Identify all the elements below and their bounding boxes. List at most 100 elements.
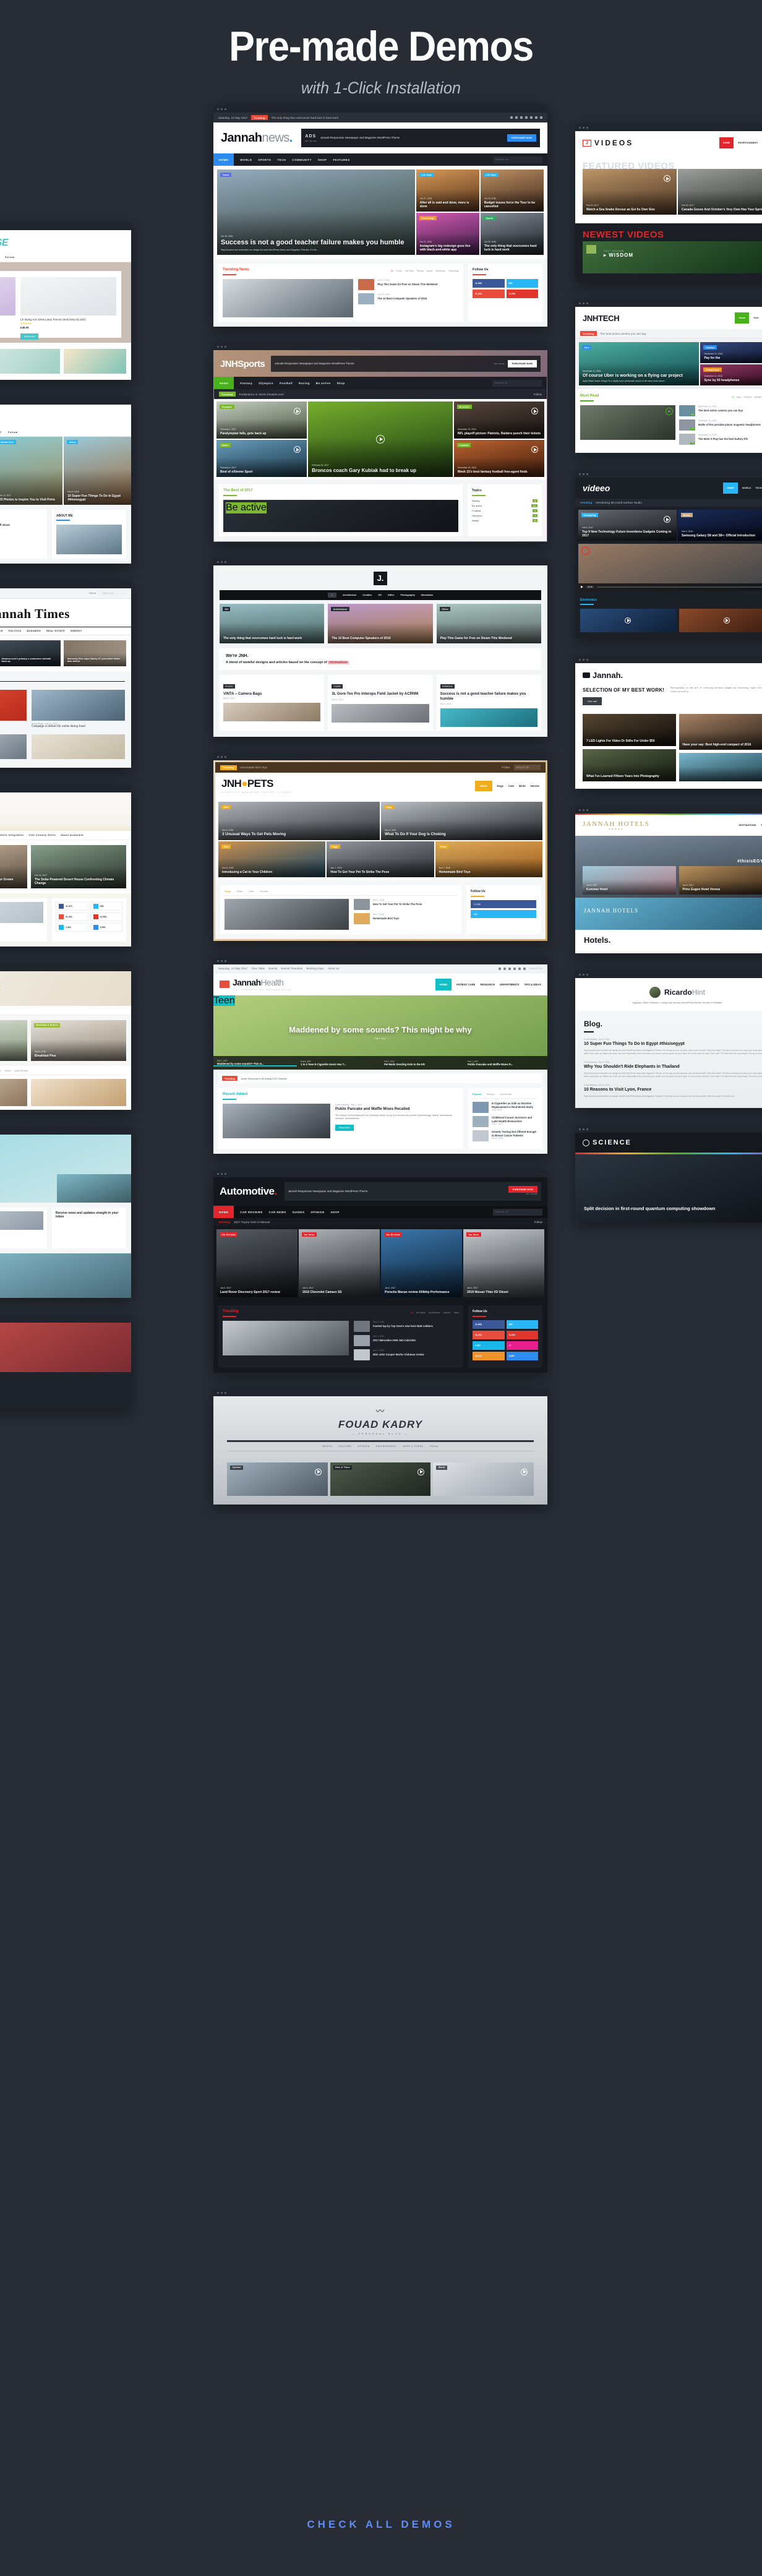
tab[interactable]: Car Reviews [428,1312,440,1314]
tab[interactable]: Recent [487,1093,495,1096]
tab[interactable]: Dinner [0,1070,1,1072]
nav-item[interactable]: HERE & THERE [403,1445,424,1448]
post-item[interactable]: Foued Badawy · Nov 6, 2016 10 Reasons to… [584,1084,762,1098]
demo-card-jannah-times[interactable]: Follow Search for Jannah Times ECONOMY T… [0,581,131,768]
demo-card-jannah-news[interactable]: Saturday, 13 May 2017 Trending The only … [213,105,547,327]
site-nav[interactable]: HOME PATIENT CARE RESEARCH DEPARTMENTS T… [435,978,541,990]
list-item[interactable]: Mar 10, 2017The Ultimate Guide to New [0,534,43,545]
tab[interactable]: Cameras [743,396,751,398]
tab[interactable]: Racing [417,270,424,272]
tab[interactable]: Birds [237,890,242,893]
featured-tile[interactable]: Feb 14, 2017 Brownstone Transformed into… [0,844,27,888]
demo-card-overflow-nordstrom[interactable]: Nordstrom Dataor Sales Decline [0,1315,131,1409]
featured-tile[interactable]: Samsung Elec says Galaxy S7 precedent be… [63,640,126,666]
nav-item[interactable]: About Us [328,967,340,970]
trending-text[interactable]: The best action camera you can buy [601,332,646,335]
social-item-vimeo[interactable]: 1,361 [473,1341,505,1350]
product-card[interactable]: LE Swing Arm Desk Lamp Tomons desk lamp … [20,277,116,340]
featured-tile[interactable]: Here & There [330,1462,431,1496]
post-item[interactable]: Foued Badawy · Nov 6, 2016 Why You Shoul… [584,1061,762,1078]
nav-item[interactable]: Fantasy [240,382,252,385]
tabs-row[interactable]: All Appetizers & Snacks Breakfast & Brun… [0,1065,131,1110]
nav-item[interactable]: Edtech Integration [0,834,24,836]
demo-card-jnh-minimal[interactable]: J. ⌂ Architecture Creative Gif Office Ph… [213,558,547,737]
nav-item[interactable]: TECH [0,630,3,632]
nav-item[interactable]: Football [280,382,293,385]
list-item[interactable]: Nov 7, 2016 How To Get Your Pet To Strike… [353,899,457,910]
hero-tile[interactable]: Middle East Jan 11, 2017 20 Photos to In… [0,437,63,505]
tab[interactable]: Comments [500,1093,512,1096]
nav-item[interactable]: DEPARTMENTS [500,983,520,986]
social-item[interactable]: 11,970 [56,901,88,911]
featured-tile[interactable]: Gif The only thing that overcomes hard l… [220,604,325,643]
demo-card-jannah-hotels[interactable]: JANNAH HOTELS ★★★★★ DESTINATIONS REVIEWS… [575,806,762,953]
nav-item[interactable]: WORLD [742,487,751,489]
social-item[interactable]: 1,361 [56,922,88,932]
home-icon[interactable]: ⌂ [327,593,337,598]
featured-tile[interactable]: Breakfast & Brunch Feb 6, 2016 Breakfast… [31,1020,126,1061]
tab[interactable]: Life Style [405,270,414,272]
tab[interactable]: All [391,270,393,272]
nav-item[interactable]: TIPS & IDEAS [524,983,541,986]
site-nav[interactable]: HOME CAR REVIEWS CAR NEWS GUIDES OPINION… [213,1206,547,1218]
hero-tile[interactable]: Africa Nov 6, 2016 10 Super Fun Things T… [64,437,131,505]
nav-item[interactable]: COMMUNITY [292,158,312,161]
nav-item[interactable]: Office [388,594,395,596]
nav-item-home[interactable]: HOME [213,1206,234,1218]
list-item[interactable]: Nov 3, 2016 Fastest lap by Top Gear's new… [354,1321,459,1332]
play-icon[interactable] [376,435,385,444]
video-tile[interactable] [679,609,762,632]
check-all-demos-button[interactable]: CHECK ALL DEMOS [270,2507,493,2543]
nav-item[interactable]: ENVIRONMENT [376,1445,396,1448]
nav-item[interactable]: SPORTS [258,158,271,161]
demo-card-ricardo[interactable]: RicardoHint Egyptian, Father, Husband, I… [575,971,762,1109]
hero-tile[interactable]: Be active December 19, 2016 NFL playoff p… [453,401,544,439]
nav-item[interactable]: TECHNOLOGY [755,487,762,489]
site-nav[interactable]: DESTINATIONS REVIEWS [738,824,762,826]
tab[interactable]: Foods [396,270,401,272]
tab[interactable]: Headphones [754,396,762,398]
nav-item[interactable]: GUIDES [293,1211,305,1214]
nav-item[interactable]: CULTURE [339,1445,352,1448]
topic-item[interactable]: Watch 5 [472,519,537,522]
nav-item-home[interactable]: Home [214,377,234,389]
nav-item[interactable]: ENERGY [71,630,82,632]
demo-card-fouad-kadry[interactable]: 〰 FOUAD KADRY — PERSONAL BLOG — WORLD CU… [213,1389,547,1505]
nav-item[interactable]: OPINION [310,1211,324,1214]
site-nav[interactable]: HOME WORLD TECHNOLOGY [723,483,762,494]
nav-item[interactable]: BUSINESS [27,630,41,632]
play-icon[interactable] [521,1468,528,1475]
tab[interactable]: Car News [416,1312,426,1314]
demo-card-science[interactable]: SCIENCE Split decision in first-round qu… [575,1125,762,1223]
search-input[interactable]: Search for [493,1208,542,1216]
hire-me-button[interactable]: Hire me! [583,697,602,705]
hero-tile[interactable]: Car Reviews Jan 3, 2017 Porsche Macan rev… [381,1229,462,1297]
trending-text[interactable]: Homemade Bird Toys [241,766,268,769]
trending-text[interactable]: Anne Schuchat to be Acting CDC Director [241,1077,287,1080]
nav-item[interactable]: Events [268,967,277,970]
follow-button[interactable]: Follow [5,255,15,259]
social-item-google[interactable]: 11,268 [473,290,505,298]
list-item[interactable]: Genetic Testing Not Offered Enough to Br… [473,1130,538,1141]
nav-item[interactable]: 21st Century Skills [29,834,56,836]
play-icon[interactable] [314,1468,322,1475]
nav-item[interactable]: Shop [337,382,345,385]
list-item[interactable]: 7.8 December 11, 2016 The Moto Z Play has… [679,434,762,445]
featured-tile[interactable]: Amazon.com's primary e-commerce website … [0,640,61,666]
featured-tile[interactable]: World [433,1462,534,1496]
product-card[interactable]: SALE! Velener Artificial Flowers Provenc… [0,277,15,332]
nav-item-home[interactable]: HOME [213,153,234,166]
hero-tile[interactable]: Laptops December 12, 2016 Pay for the [700,342,762,363]
topic-item[interactable]: Olympics 7 [472,514,537,517]
search-input[interactable]: Search for [513,765,541,770]
nav-item[interactable]: ENTERTAINMENT [738,142,758,144]
demo-card-jnh-pets[interactable]: Trending Homemade Bird Toys Follow Searc… [213,753,547,941]
nav-item[interactable]: Racing [299,382,310,385]
nav-item[interactable]: Time Table [251,967,265,970]
hero-tile[interactable]: Dogs Nov 8, 2016 What To Do If Your Dog I… [381,802,542,840]
hotel-tile[interactable]: Jan 5, 2017 Prinz Eugen Hotel Vienna [679,866,762,895]
nav-item[interactable]: Illustration [421,594,433,596]
site-nav[interactable]: PRO PROFESSIONALS STORIES & ADVICE Follo… [0,252,131,262]
nav-item[interactable]: OPINION [358,1445,370,1448]
nav-item[interactable]: Be active [316,382,331,385]
